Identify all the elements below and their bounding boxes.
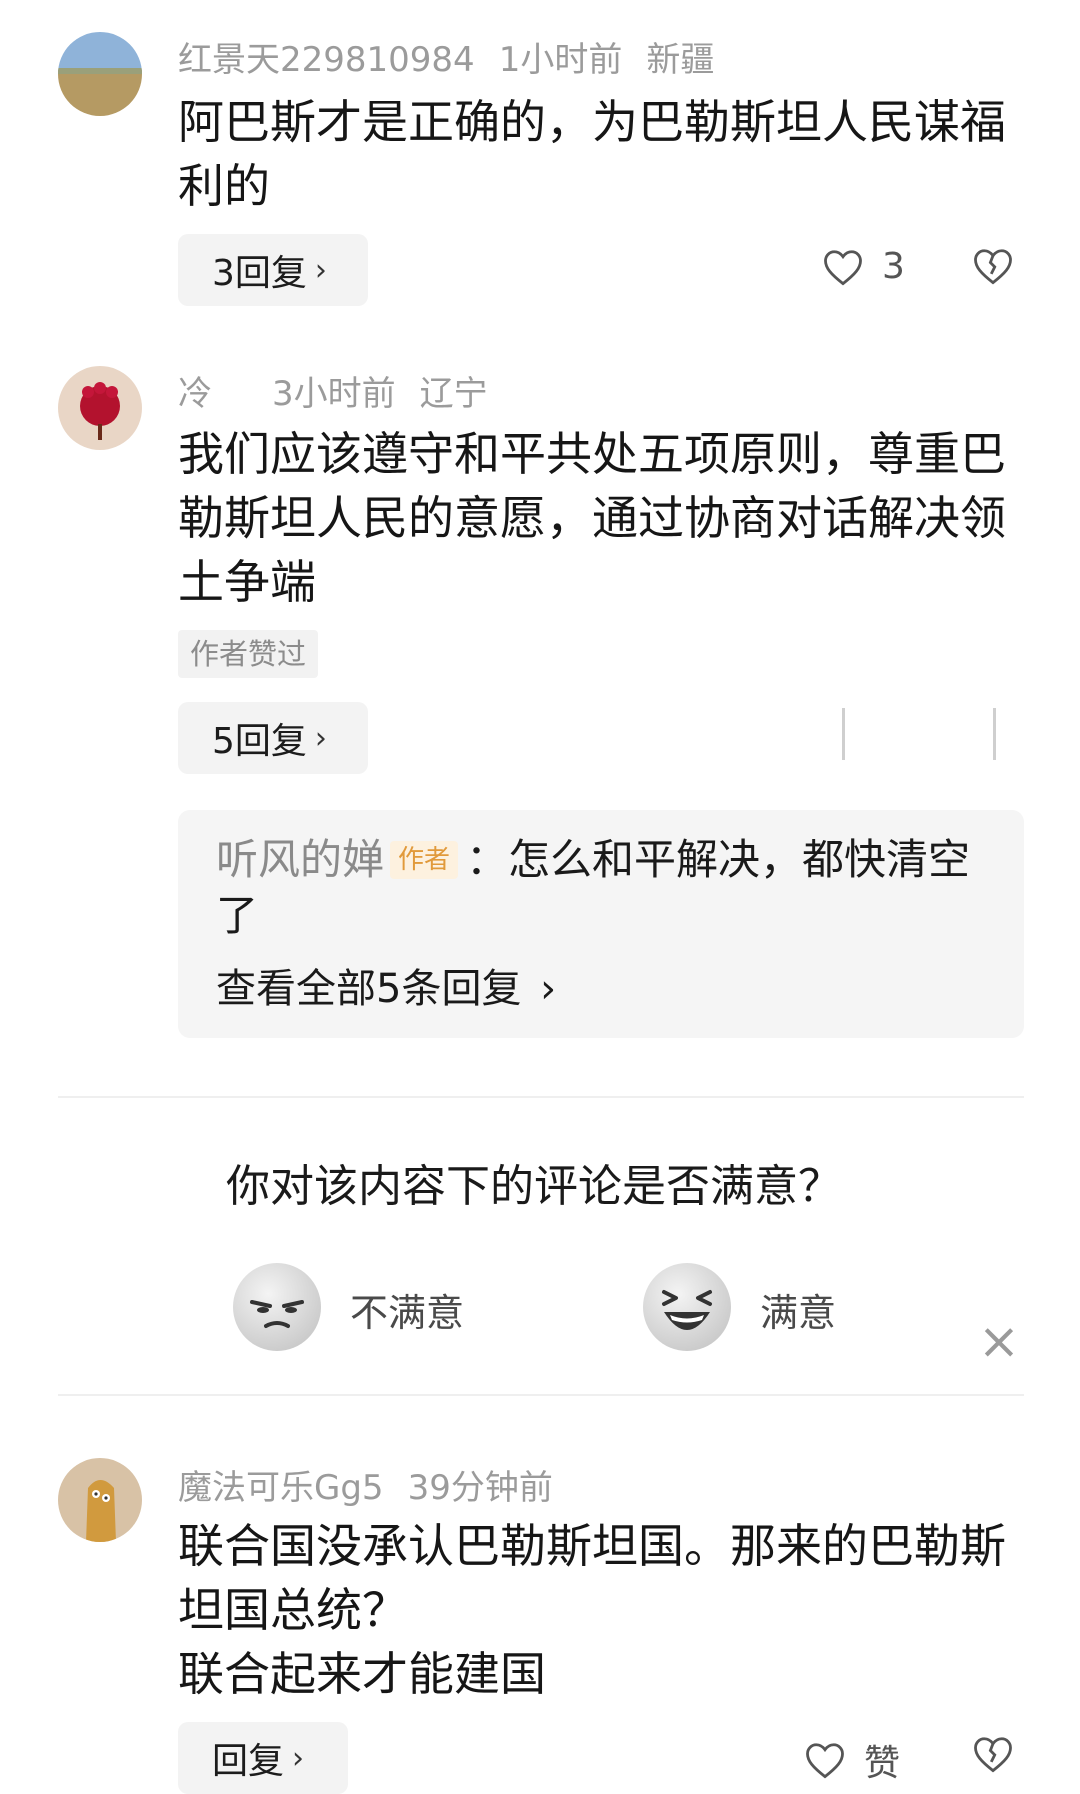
location: 新疆 [646, 40, 715, 80]
like-label: 赞 [864, 1743, 901, 1784]
comment-text: 我们应该遵守和平共处五项原则，尊重巴勒斯坦人民的意愿，通过协商对话解决领土争端 [178, 427, 1006, 609]
reply-button[interactable]: 回复 › [178, 1722, 348, 1794]
timestamp: 3小时前 [272, 374, 396, 414]
reply-label: 回复 [212, 1741, 285, 1782]
avatar[interactable] [58, 366, 142, 450]
timestamp: 39分钟前 [407, 1468, 553, 1508]
sub-reply-panel[interactable]: 听风的婵 作者 ：怎么和平解决，都快清空了 查看全部5条回复 › [178, 810, 1024, 1038]
close-icon[interactable]: × [978, 1316, 1020, 1366]
avatar[interactable] [58, 32, 142, 116]
sub-reply: 听风的婵 作者 ：怎么和平解决，都快清空了 [216, 832, 996, 944]
timestamp: 1小时前 [498, 40, 623, 80]
like-button[interactable]: 3 [822, 246, 905, 287]
username[interactable]: 红景天229810984 [178, 40, 475, 80]
chevron-right-icon: › [292, 1740, 305, 1776]
avatar[interactable] [58, 1458, 142, 1542]
comment-text-line: 联合起来才能建国 [178, 1647, 546, 1701]
chevron-right-icon: › [540, 966, 557, 1012]
satisfied-face-icon[interactable] [642, 1262, 732, 1352]
reply-button[interactable]: 3回复 › [178, 234, 368, 306]
like-count: 3 [882, 246, 905, 287]
location: 辽宁 [419, 374, 488, 414]
like-button[interactable]: 赞 [804, 1734, 900, 1786]
author-liked-tag: 作者赞过 [178, 630, 319, 678]
username[interactable]: 冷 [178, 374, 212, 414]
reply-label: 3回复 [212, 253, 307, 294]
sub-reply-username[interactable]: 听风的婵 [216, 835, 384, 884]
survey-question: 你对该内容下的评论是否满意？ [226, 1161, 842, 1212]
view-all-label: 查看全部5条回复 [216, 966, 522, 1012]
sub-reply-separator: ： [466, 835, 509, 884]
unsatisfied-face-icon[interactable] [232, 1262, 322, 1352]
chevron-right-icon: › [314, 252, 327, 288]
author-badge: 作者 [390, 841, 459, 879]
heart-icon [824, 249, 862, 285]
reply-button[interactable]: 5回复 › [178, 702, 368, 774]
comment-meta: 魔法可乐Gg5 39分钟前 [178, 1460, 577, 1509]
comment-text: 联合国没承认巴勒斯坦国。那来的巴勒斯坦国总统？ 联合起来才能建国 [178, 1514, 1018, 1706]
heart-icon [806, 1743, 844, 1779]
dislike-button-placeholder[interactable] [993, 708, 996, 760]
dislike-button[interactable] [972, 246, 1014, 286]
comment-meta: 冷 3小时前 辽宁 [178, 366, 512, 415]
comment-meta: 红景天229810984 1小时前 新疆 [178, 32, 738, 81]
broken-heart-icon [974, 249, 1012, 285]
comment-text-line: 联合国没承认巴勒斯坦国。那来的巴勒斯坦国总统？ [178, 1519, 1006, 1637]
satisfied-option[interactable]: 满意 [760, 1282, 836, 1337]
like-button-placeholder[interactable] [842, 708, 845, 760]
divider [58, 1096, 1024, 1098]
dislike-button[interactable] [972, 1734, 1014, 1774]
view-all-replies-link[interactable]: 查看全部5条回复 › [216, 956, 556, 1014]
chevron-right-icon: › [314, 720, 327, 756]
divider [58, 1394, 1024, 1396]
username[interactable]: 魔法可乐Gg5 [178, 1468, 384, 1508]
reply-label: 5回复 [212, 721, 307, 762]
unsatisfied-option[interactable]: 不满意 [350, 1282, 464, 1337]
broken-heart-icon [974, 1737, 1012, 1773]
comment-text: 阿巴斯才是正确的，为巴勒斯坦人民谋福利的 [178, 95, 1006, 213]
